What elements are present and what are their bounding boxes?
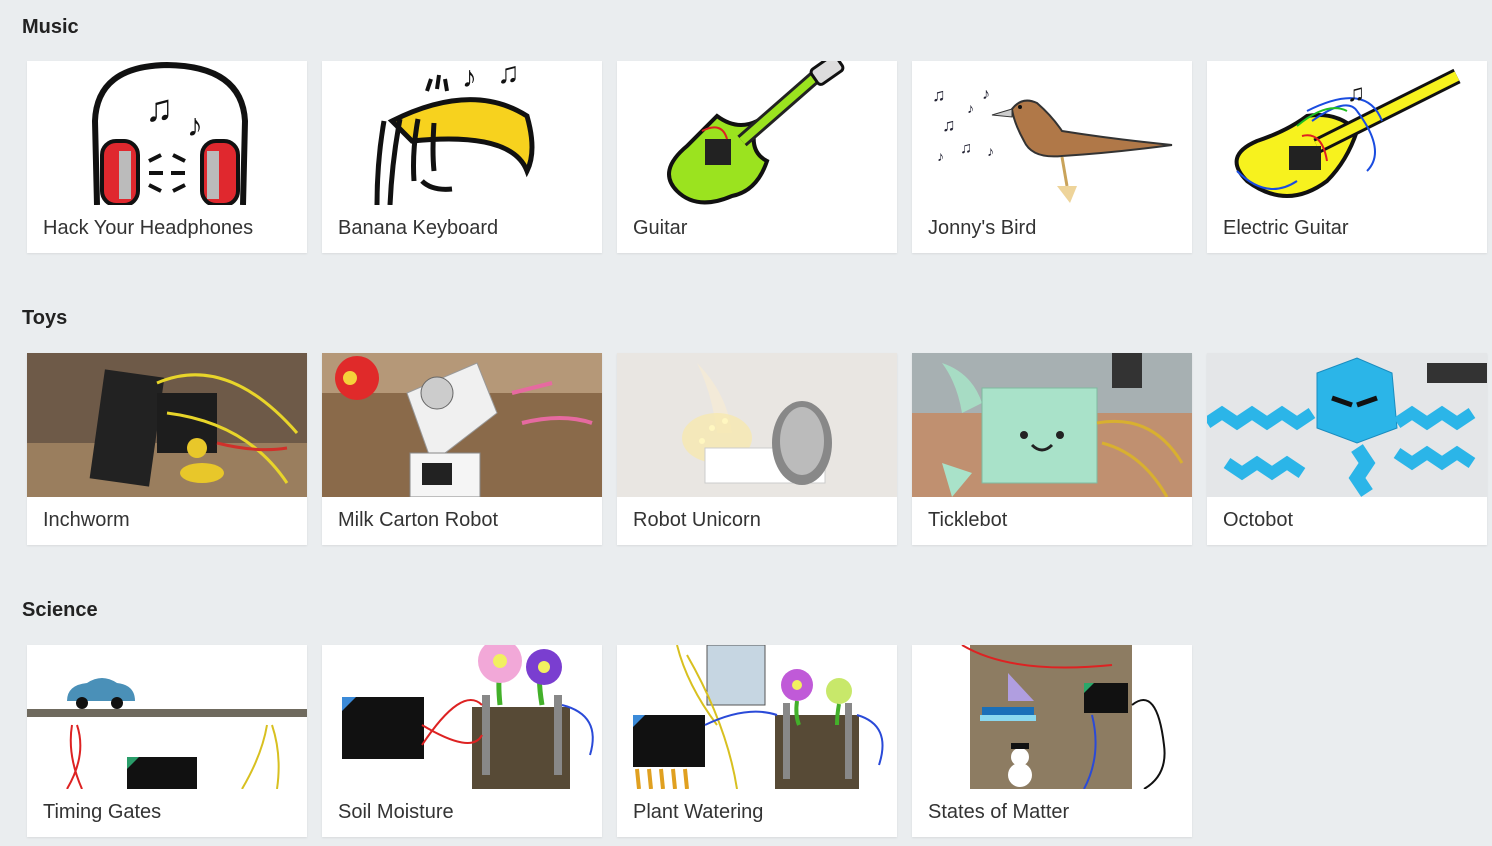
svg-text:♪: ♪ (967, 100, 974, 116)
inchworm-photo (27, 353, 307, 497)
svg-text:♫: ♫ (145, 88, 174, 130)
timing-gates-illustration (27, 645, 307, 789)
card-label: Hack Your Headphones (43, 217, 254, 239)
card-guitar[interactable]: Guitar (617, 61, 897, 253)
banana-keyboard-illustration: ♪ ♫ (322, 61, 602, 205)
milk-carton-robot-photo (322, 353, 602, 497)
states-of-matter-illustration (912, 645, 1192, 789)
card-label: Timing Gates (43, 801, 162, 823)
svg-text:♪: ♪ (987, 143, 994, 159)
card-label: Guitar (633, 217, 688, 239)
card-label: Milk Carton Robot (338, 509, 499, 531)
card-label: Octobot (1223, 509, 1294, 531)
guitar-illustration (617, 61, 897, 205)
ticklebot-photo (912, 353, 1192, 497)
card-label: Plant Watering (633, 801, 764, 823)
soil-moisture-illustration (322, 645, 602, 789)
svg-text:♫: ♫ (1347, 80, 1365, 107)
card-plant-watering[interactable]: Plant Watering (617, 645, 897, 837)
card-label: Banana Keyboard (338, 217, 499, 239)
card-label: Ticklebot (928, 509, 1008, 531)
card-octobot[interactable]: Octobot (1207, 353, 1487, 545)
card-soil-moisture[interactable]: Soil Moisture (322, 645, 602, 837)
card-timing-gates[interactable]: Timing Gates (27, 645, 307, 837)
svg-text:♪: ♪ (462, 61, 477, 94)
bird-illustration: ♫ ♪ ♫ ♪ ♪ ♫ ♪ (912, 61, 1192, 205)
svg-text:♫: ♫ (932, 85, 946, 105)
svg-text:♪: ♪ (937, 148, 944, 164)
octobot-photo (1207, 353, 1487, 497)
card-electric-guitar[interactable]: ♫ Electric Guitar (1207, 61, 1487, 253)
svg-text:♪: ♪ (187, 107, 203, 143)
card-hack-your-headphones[interactable]: ♫ ♪ Hack Your Headphones (27, 61, 307, 253)
section-title-science: Science (22, 599, 98, 621)
robot-unicorn-photo (617, 353, 897, 497)
card-jonnys-bird[interactable]: ♫ ♪ ♫ ♪ ♪ ♫ ♪ Jonny's Bird (912, 61, 1192, 253)
card-inchworm[interactable]: Inchworm (27, 353, 307, 545)
card-robot-unicorn[interactable]: Robot Unicorn (617, 353, 897, 545)
card-label: Inchworm (43, 509, 130, 531)
card-milk-carton-robot[interactable]: Milk Carton Robot (322, 353, 602, 545)
section-title-toys: Toys (22, 307, 68, 329)
svg-text:♫: ♫ (960, 140, 972, 157)
card-label: Robot Unicorn (633, 509, 761, 531)
svg-text:♪: ♪ (982, 86, 990, 103)
svg-text:♫: ♫ (497, 61, 520, 90)
card-label: Jonny's Bird (928, 217, 1037, 239)
card-ticklebot[interactable]: Ticklebot (912, 353, 1192, 545)
section-title-music: Music (22, 16, 79, 38)
card-label: States of Matter (928, 801, 1070, 823)
card-states-of-matter[interactable]: States of Matter (912, 645, 1192, 837)
card-banana-keyboard[interactable]: ♪ ♫ Banana Keyboard (322, 61, 602, 253)
electric-guitar-illustration: ♫ (1207, 61, 1487, 205)
card-label: Soil Moisture (338, 801, 454, 823)
plant-watering-illustration (617, 645, 897, 789)
card-label: Electric Guitar (1223, 217, 1349, 239)
headphones-illustration: ♫ ♪ (27, 61, 307, 205)
svg-text:♫: ♫ (942, 115, 956, 135)
